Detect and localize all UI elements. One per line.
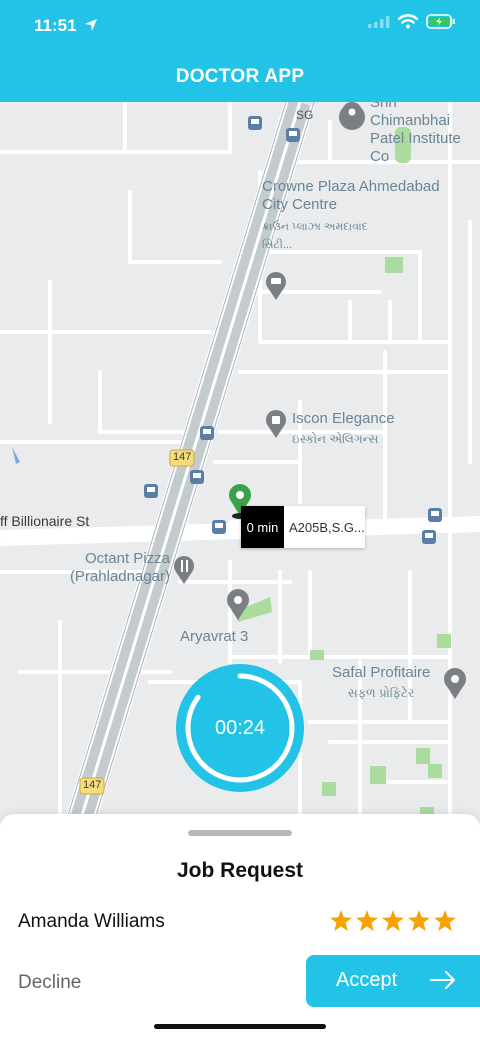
road-badge-147-top: 147 [173,451,192,463]
place-label-crowne-plaza: Crowne Plaza Ahmedabad City Centre [262,178,440,213]
accept-button[interactable]: Accept [306,955,480,1007]
status-icons [368,14,456,29]
street-label-sg: SG [296,108,314,122]
status-bar: 11:51 [0,0,480,52]
arrow-right-icon [430,971,455,989]
star-icon [434,910,456,931]
place-label-institute: Shri Chimanbhai Patel Institute Co [370,102,461,165]
home-indicator [154,1024,326,1029]
place-label-iscon: Iscon Elegance [292,410,395,427]
drag-handle[interactable] [188,830,292,836]
job-request-sheet: Job Request Amanda Williams Decline Acce… [0,814,480,1039]
patient-rating [330,910,456,931]
place-label-octant-pizza: Octant Pizza (Prahladnagar) [69,550,170,585]
street-label-billionaire: ff Billionaire St [0,513,90,529]
eta-time: 0 min [241,506,284,548]
timer-value: 00:24 [214,716,266,739]
app-header: DOCTOR APP [0,52,480,102]
wifi-icon [398,14,418,29]
job-request-title: Job Request [176,859,304,882]
countdown-timer: 00:24 [176,664,304,792]
place-label-aryavrat: Aryavrat 3 [180,628,249,645]
place-label-iscon-local: ઇસ્કોન એલિગન્સ [292,432,379,446]
location-arrow-icon [85,19,97,31]
star-icon [356,910,378,931]
patient-name: Amanda Williams [18,911,165,932]
place-label-safal: Safal Profitaire [332,664,431,681]
star-icon [408,910,430,931]
eta-address: A205B,S.G... [289,519,365,535]
road-badge-147-bottom: 147 [83,779,102,791]
star-icon [330,910,352,931]
battery-icon [426,14,455,29]
decline-button[interactable]: Decline [18,972,81,994]
eta-callout: 0 min A205B,S.G... [241,506,365,548]
star-icon [382,910,404,931]
status-time: 11:51 [34,16,77,35]
signal-icon [368,15,390,28]
place-label-crowne-plaza-local: ક્રાઉન પ્લાઝા અમદાવાદ સિટી... [262,221,368,251]
place-label-safal-local: સફળ પ્રોફિટેર [348,686,415,700]
app-title: DOCTOR APP [175,66,305,87]
accept-label: Accept [336,969,398,991]
